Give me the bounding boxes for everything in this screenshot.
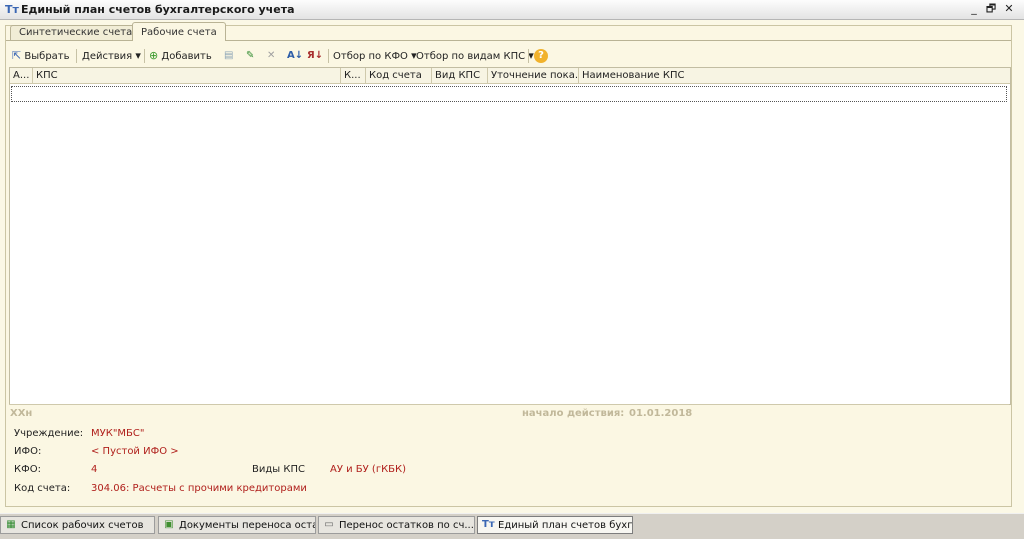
taskbar-item-label: Документы переноса остат... [179, 520, 316, 531]
close-button[interactable]: ✕ [1001, 2, 1017, 16]
select-button[interactable]: ⇱ Выбрать [12, 48, 70, 64]
toolbar-separator [328, 49, 329, 63]
documents-icon: ▣ [164, 519, 174, 530]
sort-ascending-icon[interactable]: A↓ [287, 48, 303, 64]
minimize-button[interactable]: _ [966, 2, 982, 16]
institution-label: Учреждение: [14, 428, 84, 439]
start-date-label: начало действия: [522, 408, 625, 419]
main-window: Tт Единый план счетов бухгалтерского уче… [0, 0, 1024, 513]
kfo-label: КФО: [14, 464, 41, 475]
chevron-down-icon: ▾ [135, 49, 141, 62]
help-icon[interactable]: ? [534, 49, 548, 63]
add-icon: ⊕ [149, 49, 159, 62]
start-date-value: 01.01.2018 [629, 408, 693, 419]
filter-kps-label: Отбор по видам КПС [416, 51, 526, 62]
actions-label: Действия [82, 51, 133, 62]
accounts-icon: Tт [482, 519, 495, 530]
taskbar-item-accounts-plan[interactable]: Tт Единый план счетов бухгал... [477, 516, 633, 534]
add-button[interactable]: ⊕ Добавить [149, 48, 212, 64]
edit-icon[interactable]: ✎ [246, 48, 254, 64]
code-placeholder: XXн [10, 408, 33, 419]
toolbar-separator [144, 49, 145, 63]
toolbar-separator [76, 49, 77, 63]
taskbar: ▦ Список рабочих счетов ▣ Документы пере… [0, 513, 1024, 539]
taskbar-item-label: Единый план счетов бухгал... [498, 520, 633, 531]
account-code-label: Код счета: [14, 483, 71, 494]
table-icon: ▦ [6, 519, 16, 530]
column-header-kps-name[interactable]: Наименование КПС [579, 68, 1010, 83]
toolbar: ⇱ Выбрать Действия ▾ ⊕ Добавить ▤ ✎ ✕ A↓… [8, 45, 1008, 67]
column-header-refinement[interactable]: Уточнение пока... [488, 68, 579, 83]
table-header: А... КПС К... Код счета Вид КПС Уточнени… [10, 68, 1010, 84]
accounts-table[interactable]: А... КПС К... Код счета Вид КПС Уточнени… [9, 67, 1011, 405]
filter-kfo-button[interactable]: Отбор по КФО ▾ [333, 48, 417, 64]
filter-kps-button[interactable]: Отбор по видам КПС ▾ [416, 48, 534, 64]
taskbar-item-balance-transfer[interactable]: ▭ Перенос остатков по сч...:59 [318, 516, 475, 534]
chevron-down-icon: ▾ [528, 49, 534, 62]
select-label: Выбрать [24, 51, 70, 62]
taskbar-item-working-accounts-list[interactable]: ▦ Список рабочих счетов [0, 516, 155, 534]
ifo-value: < Пустой ИФО > [91, 446, 179, 457]
accounts-plan-icon: Tт [5, 3, 19, 16]
account-code-value: 304.06: Расчеты с прочими кредиторами [91, 483, 307, 494]
column-header-kps-type[interactable]: Вид КПС [432, 68, 488, 83]
form-frame: Синтетические счета Рабочие счета ⇱ Выбр… [5, 22, 1012, 507]
document-icon: ▭ [324, 519, 334, 530]
restore-button[interactable]: 🗗 [983, 2, 999, 16]
title-bar: Tт Единый план счетов бухгалтерского уче… [0, 0, 1024, 20]
column-header-kps[interactable]: КПС [33, 68, 341, 83]
kps-types-value: АУ и БУ (гКБК) [330, 464, 407, 475]
window-title: Единый план счетов бухгалтерского учета [21, 3, 295, 16]
column-header-account-code[interactable]: Код счета [366, 68, 432, 83]
column-header-k[interactable]: К... [341, 68, 366, 83]
tab-working-accounts[interactable]: Рабочие счета [132, 22, 226, 41]
copy-icon[interactable]: ▤ [224, 48, 233, 64]
institution-value: МУК"МБС" [91, 428, 145, 439]
toolbar-separator [528, 49, 529, 63]
details-panel: XXн начало действия: 01.01.2018 Учрежден… [9, 404, 1009, 505]
select-icon: ⇱ [12, 49, 22, 62]
taskbar-item-label: Перенос остатков по сч...:59 [339, 520, 475, 531]
kfo-value: 4 [91, 464, 98, 475]
column-header-a[interactable]: А... [10, 68, 33, 83]
table-row[interactable] [11, 86, 1007, 102]
delete-icon[interactable]: ✕ [267, 48, 275, 64]
taskbar-item-label: Список рабочих счетов [21, 520, 144, 531]
sort-descending-icon[interactable]: Я↓ [307, 48, 323, 64]
add-label: Добавить [161, 51, 212, 62]
kps-types-label: Виды КПС [252, 464, 305, 475]
actions-menu-button[interactable]: Действия ▾ [82, 48, 141, 64]
filter-kfo-label: Отбор по КФО [333, 51, 408, 62]
ifo-label: ИФО: [14, 446, 42, 457]
taskbar-item-transfer-documents[interactable]: ▣ Документы переноса остат... [158, 516, 316, 534]
tab-synthetic-accounts[interactable]: Синтетические счета [10, 25, 142, 41]
